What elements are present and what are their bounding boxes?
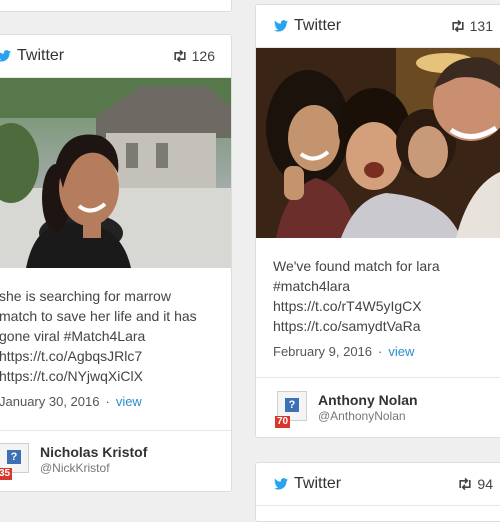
meta-separator: · (105, 394, 110, 409)
twitter-bird-icon (274, 20, 288, 32)
question-mark-icon: ? (285, 398, 299, 412)
retweet-icon (452, 20, 464, 32)
tweet-text: she is searching for marrow match to sav… (0, 288, 197, 384)
woman-smiling-photo (0, 78, 231, 268)
tweet-card-left: Twitter 126 she is searching for marrow … (0, 34, 232, 492)
card-header: Twitter 126 (0, 35, 231, 78)
avatar-badge: 35 (0, 468, 13, 480)
retweet-icon (174, 50, 186, 62)
author-name[interactable]: Nicholas Kristof (40, 444, 147, 460)
card-divider (256, 377, 500, 378)
card-top-left-partial (0, 0, 232, 12)
author-handle[interactable]: @NickKristof (40, 461, 110, 475)
tweet-date: January 30, 2016 (0, 394, 100, 409)
retweet-number: 94 (477, 476, 493, 492)
retweet-number: 126 (191, 48, 215, 64)
tweet-photo[interactable] (256, 48, 500, 238)
tweet-card-bottom-right: Twitter 94 (255, 462, 500, 522)
question-mark-icon: ? (7, 450, 21, 464)
meta-separator: · (378, 344, 383, 359)
author-name[interactable]: Anthony Nolan (318, 392, 418, 408)
tweet-meta: January 30, 2016 · view (0, 394, 142, 409)
twitter-bird-icon (0, 50, 11, 62)
network-label: Twitter (17, 47, 65, 64)
author-handle[interactable]: @AnthonyNolan (318, 409, 406, 423)
group-selfie-photo (256, 48, 500, 238)
tweet-text: We've found match for lara #match4lara h… (273, 258, 440, 334)
network-label: Twitter (294, 17, 342, 34)
avatar-badge: 70 (275, 416, 291, 428)
twitter-bird-icon (274, 478, 288, 490)
retweet-number: 131 (469, 18, 493, 34)
view-link[interactable]: view (116, 394, 142, 409)
view-link[interactable]: view (388, 344, 414, 359)
retweet-count: 94 (457, 476, 493, 492)
tweet-meta: February 9, 2016 · view (273, 344, 414, 359)
tweet-photo[interactable] (0, 78, 231, 268)
tweet-date: February 9, 2016 (273, 344, 373, 359)
tweet-card-right: Twitter 131 We've found match for lara #… (255, 4, 500, 438)
retweet-count: 131 (450, 18, 493, 34)
card-header: Twitter 131 (256, 5, 500, 48)
retweet-count: 126 (172, 48, 215, 64)
author-avatar[interactable]: ? 35 (0, 443, 29, 480)
network-label: Twitter (294, 475, 342, 492)
retweet-icon (459, 478, 472, 490)
author-avatar[interactable]: ? 70 (275, 391, 307, 428)
card-divider (0, 430, 231, 431)
